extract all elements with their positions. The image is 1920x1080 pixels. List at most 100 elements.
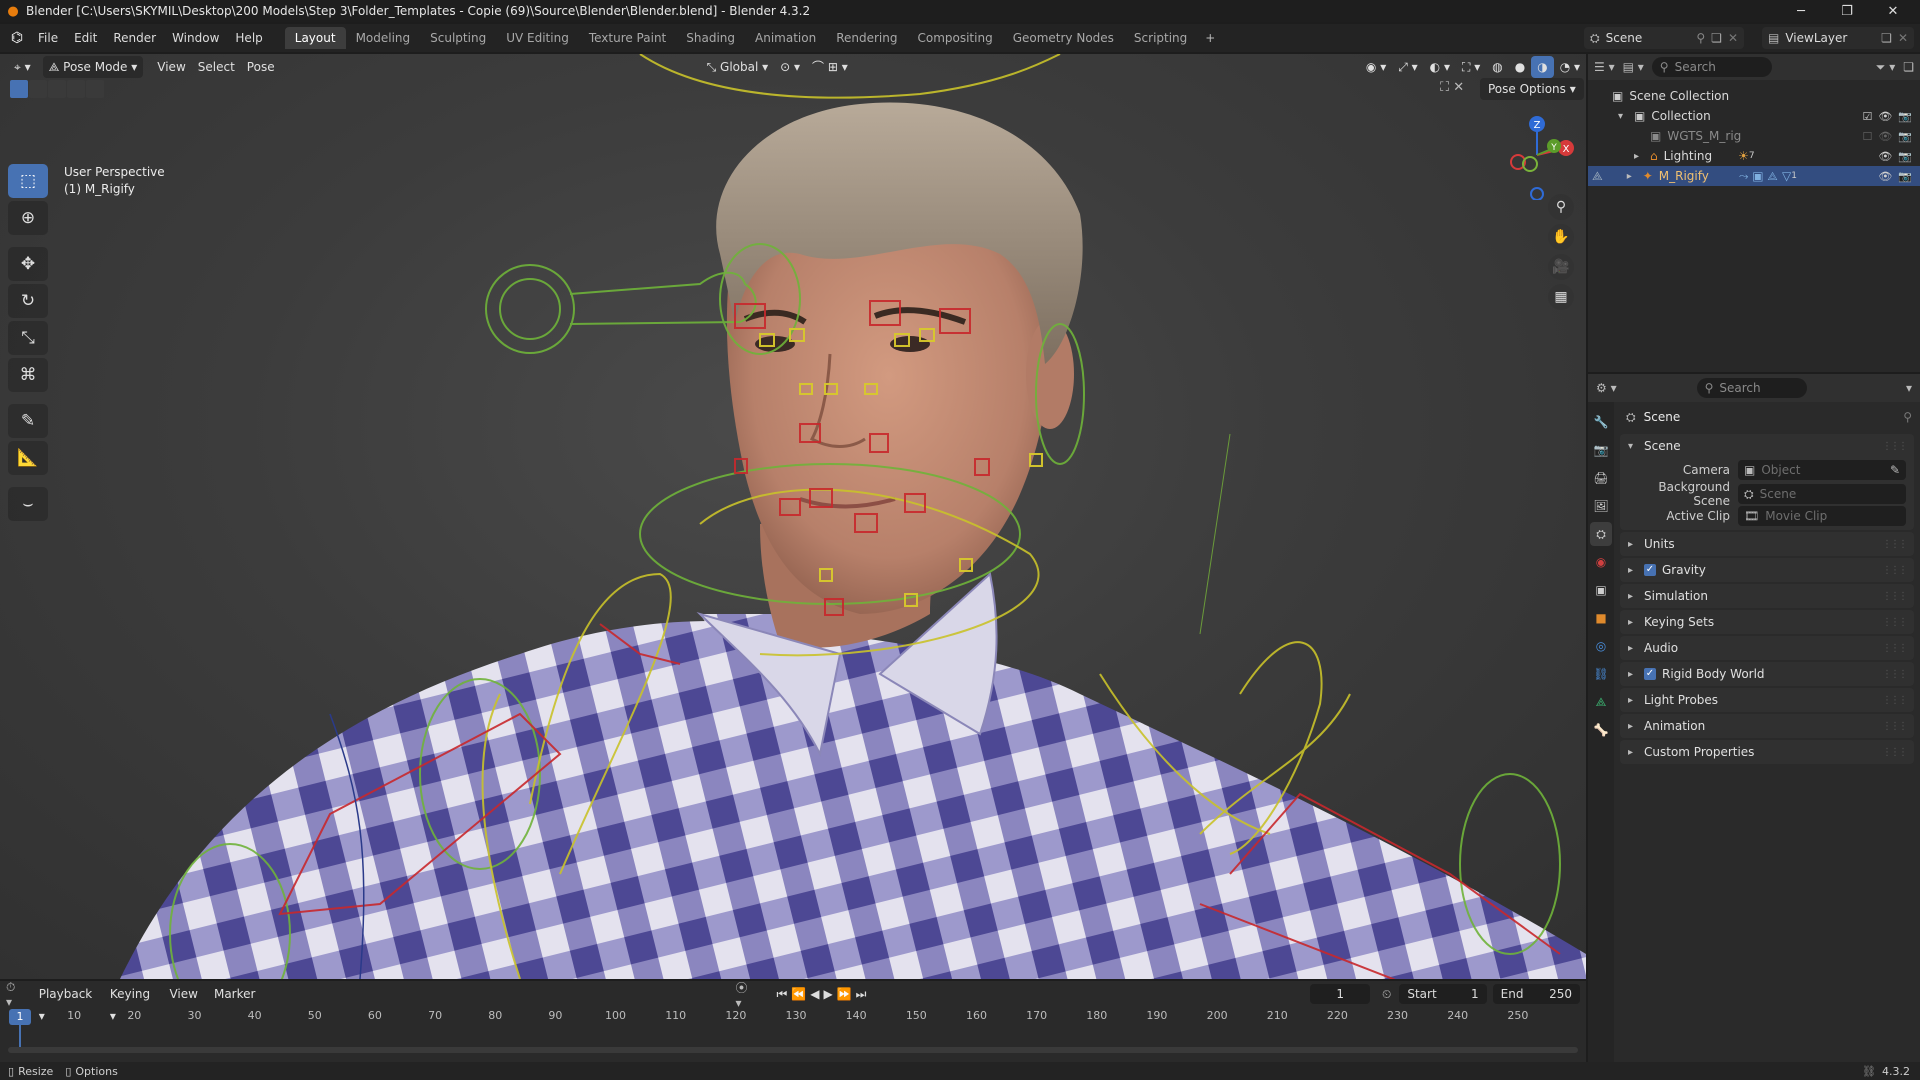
world-tab-icon[interactable]: ◉ bbox=[1590, 550, 1612, 574]
drag-handle-icon[interactable]: ⋮⋮⋮ bbox=[1882, 565, 1908, 576]
drag-handle-icon[interactable]: ⋮⋮⋮ bbox=[1882, 669, 1908, 680]
transform-orientation-dropdown[interactable]: ⤡ Global ▾ bbox=[701, 56, 775, 78]
chevron-right-icon[interactable]: ▸ bbox=[1628, 721, 1638, 732]
end-frame-field[interactable]: End 250 bbox=[1492, 984, 1580, 1004]
jump-start-icon[interactable]: ⏮ bbox=[776, 987, 787, 1002]
chevron-right-icon[interactable]: ▸ bbox=[1628, 695, 1638, 706]
panel-header[interactable]: ▸ ✓ Gravity ⋮⋮⋮ bbox=[1620, 558, 1914, 582]
mode-dropdown[interactable]: ⟁ Pose Mode ▾ bbox=[42, 56, 144, 78]
visibility-icon[interactable]: ◉ ▾ bbox=[1360, 56, 1392, 78]
panel-header[interactable]: ▸ ✓ Rigid Body World ⋮⋮⋮ bbox=[1620, 662, 1914, 686]
exclude-checkbox-icon[interactable]: ☐ bbox=[1862, 130, 1872, 143]
drag-handle-icon[interactable]: ⋮⋮⋮ bbox=[1882, 591, 1908, 602]
tab-shading[interactable]: Shading bbox=[676, 27, 745, 49]
exclude-checkbox-icon[interactable]: ☑ bbox=[1862, 110, 1872, 123]
select-box-tool-icon[interactable]: ⬚ bbox=[8, 164, 48, 198]
outliner-row-scene-collection[interactable]: ▣ Scene Collection bbox=[1588, 86, 1920, 106]
navigation-gizmo[interactable]: Z X Y bbox=[1492, 110, 1582, 200]
filter-icon[interactable]: ⏷ ▾ bbox=[1876, 60, 1895, 75]
pose-options-button[interactable]: Pose Options ▾ bbox=[1480, 78, 1584, 100]
annotate-tool-icon[interactable]: ✎ bbox=[8, 404, 48, 438]
shading-solid-icon[interactable]: ● bbox=[1509, 56, 1531, 78]
drag-handle-icon[interactable]: ⋮⋮⋮ bbox=[1882, 643, 1908, 654]
tab-uv-editing[interactable]: UV Editing bbox=[496, 27, 579, 49]
drag-handle-icon[interactable]: ⋮⋮⋮ bbox=[1882, 721, 1908, 732]
eye-closed-icon[interactable]: 👁 bbox=[1878, 130, 1892, 143]
bone-tab-icon[interactable]: 🦴 bbox=[1590, 718, 1612, 742]
close-icon[interactable]: ✕ bbox=[1870, 0, 1916, 22]
outliner-editor-icon[interactable]: ☰ ▾ bbox=[1594, 60, 1615, 74]
eye-icon[interactable]: 👁 bbox=[1878, 150, 1892, 163]
outliner-search-input[interactable]: ⚲ Search bbox=[1651, 57, 1772, 77]
eyedropper-icon[interactable]: ✎ bbox=[1890, 463, 1900, 477]
pivot-point-icon[interactable]: ⊙ ▾ bbox=[774, 56, 806, 78]
chevron-right-icon[interactable]: ▸ bbox=[1628, 617, 1638, 628]
measure-tool-icon[interactable]: 📐 bbox=[8, 441, 48, 475]
transform-tool-icon[interactable]: ⌘ bbox=[8, 358, 48, 392]
panel-header[interactable]: ▸ Audio ⋮⋮⋮ bbox=[1620, 636, 1914, 660]
outliner-row-wgts[interactable]: ▣ WGTS_M_rig ☐ 👁 📷 bbox=[1588, 126, 1920, 146]
3d-viewport[interactable]: ⌖ ▾ ⟁ Pose Mode ▾ View Select Pose ⤡ Glo… bbox=[0, 54, 1586, 979]
play-reverse-icon[interactable]: ◀ bbox=[810, 987, 819, 1001]
pin-icon[interactable]: ⚲ bbox=[1903, 410, 1912, 424]
tab-compositing[interactable]: Compositing bbox=[907, 27, 1002, 49]
timeline-editor-icon[interactable]: ⏱ ▾ bbox=[6, 980, 23, 1009]
scene-tab-icon[interactable]: ⛭ bbox=[1590, 522, 1612, 546]
shading-wireframe-icon[interactable]: ◍ bbox=[1486, 56, 1508, 78]
collection-tab-icon[interactable]: ▣ bbox=[1590, 578, 1612, 602]
chevron-right-icon[interactable]: ▸ bbox=[1628, 539, 1638, 550]
preview-range-icon[interactable]: ⏲ bbox=[1382, 987, 1391, 1002]
panel-header[interactable]: ▸ Animation ⋮⋮⋮ bbox=[1620, 714, 1914, 738]
view-layer-tab-icon[interactable]: 🖼 bbox=[1590, 494, 1612, 518]
jump-keyframe-forward-icon[interactable]: ⏩ bbox=[837, 987, 852, 1001]
enable-checkbox[interactable]: ✓ bbox=[1644, 668, 1656, 680]
drag-handle-icon[interactable]: ⋮⋮⋮ bbox=[1882, 617, 1908, 628]
properties-editor-icon[interactable]: ⚙ ▾ bbox=[1596, 381, 1617, 395]
options-chevron-icon[interactable]: ▾ bbox=[1906, 381, 1912, 395]
add-workspace-button[interactable]: + bbox=[1197, 27, 1223, 49]
menu-select[interactable]: Select bbox=[192, 56, 241, 78]
relax-pose-tool-icon[interactable]: ⌣ bbox=[8, 487, 48, 521]
select-invert-icon[interactable] bbox=[67, 80, 85, 98]
select-extend-icon[interactable] bbox=[29, 80, 47, 98]
chevron-right-icon[interactable]: ▸ bbox=[1628, 643, 1638, 654]
menu-playback[interactable]: Playback ▾ bbox=[33, 983, 100, 1023]
tab-rendering[interactable]: Rendering bbox=[826, 27, 907, 49]
camera-field[interactable]: ▣ Object ✎ bbox=[1738, 460, 1906, 480]
new-scene-icon[interactable]: ❏ bbox=[1711, 31, 1722, 45]
pin-icon[interactable]: ⚲ bbox=[1696, 31, 1705, 45]
playhead-frame-label[interactable]: 1 bbox=[9, 1009, 32, 1025]
output-tab-icon[interactable]: 🖨 bbox=[1590, 466, 1612, 490]
start-frame-field[interactable]: Start 1 bbox=[1399, 984, 1487, 1004]
xray-icon[interactable]: ⛶ ▾ bbox=[1456, 56, 1486, 78]
current-frame-field[interactable]: 1 bbox=[1310, 984, 1370, 1004]
transform-affect-icons[interactable]: ⛶ ✕ bbox=[1440, 80, 1464, 95]
blender-menu-icon[interactable]: ⌬ bbox=[4, 30, 30, 46]
chevron-right-icon[interactable]: ▸ bbox=[1628, 565, 1638, 576]
timeline-scrollbar[interactable] bbox=[8, 1047, 1578, 1053]
camera-icon[interactable]: 📷 bbox=[1898, 130, 1912, 143]
jump-end-icon[interactable]: ⏭ bbox=[856, 987, 867, 1002]
scale-tool-icon[interactable]: ⤡ bbox=[8, 321, 48, 355]
armature-data-tab-icon[interactable]: ⟁ bbox=[1590, 690, 1612, 714]
scene-selector[interactable]: ⛭ Scene ⚲ ❏ ✕ bbox=[1584, 27, 1744, 49]
menu-keying[interactable]: Keying ▾ bbox=[104, 983, 160, 1023]
background-scene-field[interactable]: ⛭ Scene bbox=[1738, 484, 1906, 504]
outliner-row-m-rigify[interactable]: ⟁ ▸ ✦ M_Rigify ⤳ ▣ ⟁ ▽ 1 👁 📷 bbox=[1588, 166, 1920, 186]
chevron-right-icon[interactable]: ▸ bbox=[1634, 151, 1644, 162]
tab-texture-paint[interactable]: Texture Paint bbox=[579, 27, 676, 49]
select-new-icon[interactable] bbox=[10, 80, 28, 98]
timeline-ruler[interactable]: 10 20 30 40 50 60 70 80 90 100 110 120 130 140 150 160 1… bbox=[8, 1007, 1578, 1053]
play-icon[interactable]: ▶ bbox=[823, 987, 832, 1001]
zoom-icon[interactable]: ⚲ bbox=[1548, 194, 1574, 220]
gizmos-icon[interactable]: ⤢ ▾ bbox=[1392, 56, 1423, 78]
active-clip-field[interactable]: 🎞 Movie Clip bbox=[1738, 506, 1906, 526]
chevron-right-icon[interactable]: ▸ bbox=[1628, 747, 1638, 758]
cursor-tool-icon[interactable]: ⊕ bbox=[8, 201, 48, 235]
perspective-grid-icon[interactable]: ▦ bbox=[1548, 284, 1574, 310]
scene-panel-header[interactable]: ▾ Scene ⋮⋮⋮ bbox=[1620, 434, 1914, 458]
drag-handle-icon[interactable]: ⋮⋮⋮ bbox=[1882, 539, 1908, 550]
editor-type-icon[interactable]: ⌖ ▾ bbox=[8, 56, 37, 78]
jump-keyframe-back-icon[interactable]: ⏪ bbox=[791, 987, 806, 1001]
menu-view[interactable]: View bbox=[163, 983, 203, 1005]
